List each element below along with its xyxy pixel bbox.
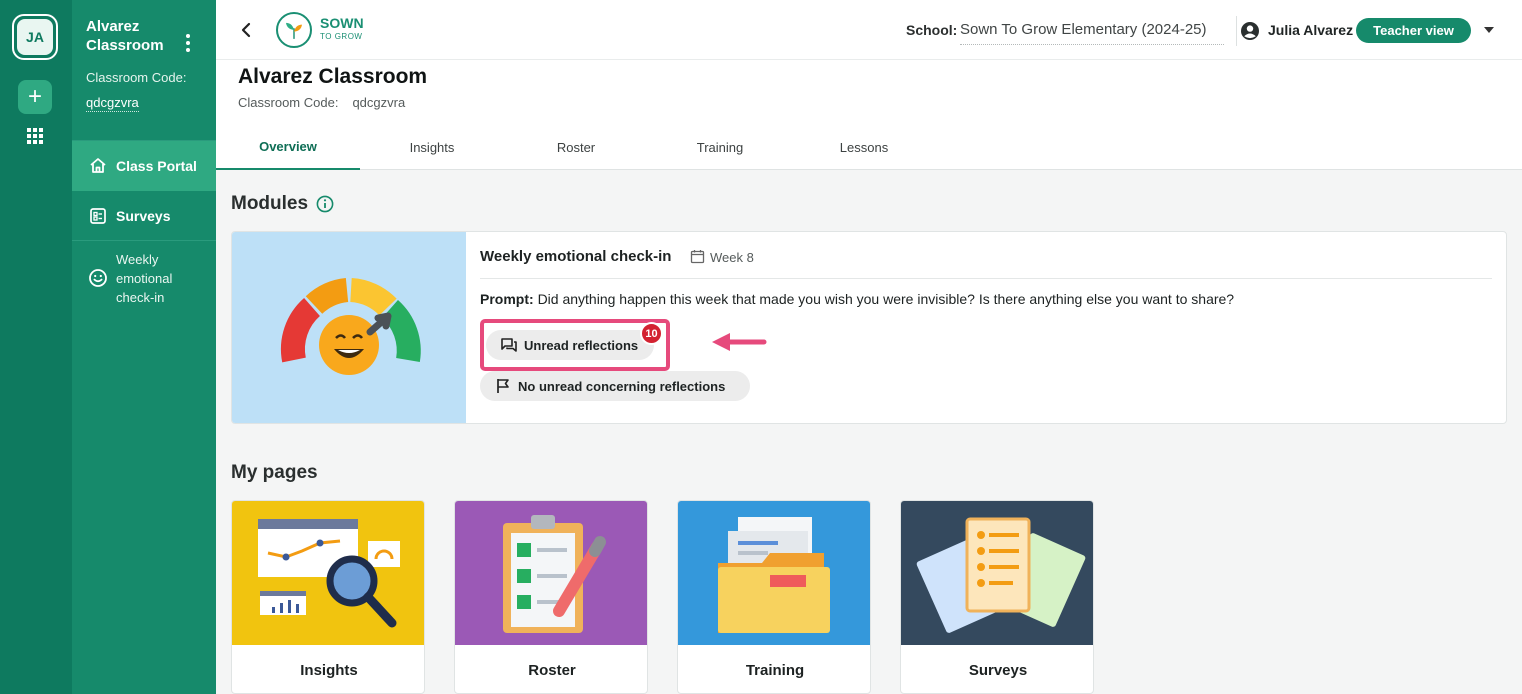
teacher-view-badge[interactable]: Teacher view bbox=[1356, 18, 1471, 43]
week-label: Week 8 bbox=[710, 250, 754, 265]
sidebar-item-label: Weekly emotional check-in bbox=[116, 252, 173, 305]
module-prompt: Prompt: Did anything happen this week th… bbox=[480, 291, 1234, 307]
emotion-gauge-illustration bbox=[232, 232, 466, 423]
info-icon[interactable] bbox=[316, 195, 334, 213]
user-account-icon[interactable] bbox=[1240, 21, 1260, 41]
app-rail: JA + bbox=[0, 0, 72, 694]
tab-bar: Overview Insights Roster Training Lesson… bbox=[216, 124, 1522, 170]
classroom-avatar[interactable]: JA bbox=[12, 14, 58, 60]
tab-lessons[interactable]: Lessons bbox=[792, 124, 936, 170]
user-name[interactable]: Julia Alvarez bbox=[1268, 22, 1353, 38]
survey-icon bbox=[90, 207, 106, 224]
page-card-label: Roster bbox=[528, 661, 576, 679]
classroom-code: Classroom Code: qdcgzvra bbox=[238, 95, 405, 110]
page-card-label: Insights bbox=[300, 661, 358, 679]
page-card-surveys[interactable]: Surveys bbox=[900, 500, 1094, 694]
tab-training[interactable]: Training bbox=[648, 124, 792, 170]
tab-insights[interactable]: Insights bbox=[360, 124, 504, 170]
logo-sub: TO GROW bbox=[320, 32, 363, 41]
back-chevron-icon[interactable] bbox=[238, 20, 254, 40]
my-pages-heading: My pages bbox=[231, 462, 318, 483]
classroom-code-value: qdcgzvra bbox=[352, 95, 406, 110]
tab-roster[interactable]: Roster bbox=[504, 124, 648, 170]
roster-illustration bbox=[455, 501, 647, 645]
prompt-label: Prompt: bbox=[480, 291, 534, 307]
flag-icon bbox=[497, 379, 509, 393]
pointer-arrow-icon bbox=[712, 333, 767, 351]
page-card-insights[interactable]: Insights bbox=[231, 500, 425, 694]
sidebar-item-weekly-checkin[interactable]: Weekly emotional check-in bbox=[72, 250, 216, 310]
sidebar-code-value[interactable]: qdcgzvra bbox=[86, 95, 139, 112]
concerning-reflections-button[interactable]: No unread concerning reflections bbox=[480, 371, 750, 401]
page-card-label: Surveys bbox=[968, 661, 1028, 679]
sidebar-item-label: Class Portal bbox=[116, 158, 197, 174]
surveys-illustration bbox=[901, 501, 1093, 645]
more-options-icon[interactable] bbox=[182, 34, 194, 52]
sidebar-item-label: Surveys bbox=[116, 207, 171, 224]
sidebar-item-surveys[interactable]: Surveys bbox=[72, 191, 216, 241]
gauge-emoji-icon bbox=[280, 278, 421, 375]
unread-reflections-label: Unread reflections bbox=[524, 337, 639, 353]
sidebar-item-class-portal[interactable]: Class Portal bbox=[72, 141, 216, 191]
sidebar: Alvarez Classroom Classroom Code: qdcgzv… bbox=[72, 0, 216, 694]
home-icon bbox=[90, 158, 106, 173]
logo-main: SOWN bbox=[320, 15, 364, 31]
school-label: School: bbox=[906, 22, 958, 38]
insights-illustration bbox=[232, 501, 424, 645]
topbar-divider bbox=[1236, 16, 1237, 46]
top-bar: SOWN TO GROW School: Sown To Grow Elemen… bbox=[216, 0, 1522, 60]
logo-wordmark: SOWN TO GROW bbox=[320, 15, 364, 43]
page-card-roster[interactable]: Roster bbox=[454, 500, 648, 694]
concerning-reflections-label: No unread concerning reflections bbox=[518, 378, 726, 394]
card-divider bbox=[480, 278, 1492, 279]
school-selector[interactable]: Sown To Grow Elementary (2024-25) bbox=[960, 21, 1224, 45]
chat-icon bbox=[501, 338, 517, 352]
sidebar-code-label: Classroom Code: bbox=[86, 70, 187, 85]
add-classroom-button[interactable]: + bbox=[18, 80, 52, 114]
calendar-icon bbox=[690, 250, 705, 264]
caret-down-icon[interactable] bbox=[1484, 27, 1494, 33]
unread-reflections-button[interactable]: Unread reflections bbox=[486, 330, 654, 360]
sown-to-grow-logo bbox=[276, 12, 312, 48]
modules-heading: Modules bbox=[231, 193, 309, 214]
avatar-initials: JA bbox=[17, 19, 53, 55]
prompt-text: Did anything happen this week that made … bbox=[537, 291, 1235, 307]
apps-grid-icon[interactable] bbox=[27, 128, 43, 144]
classroom-code-label: Classroom Code: bbox=[238, 95, 339, 110]
page-title: Alvarez Classroom bbox=[238, 65, 428, 88]
unread-count-badge: 10 bbox=[640, 322, 663, 345]
training-illustration bbox=[678, 501, 870, 645]
module-card[interactable]: Weekly emotional check-in Week 8 Prompt:… bbox=[231, 231, 1507, 424]
page-card-training[interactable]: Training bbox=[677, 500, 871, 694]
smiley-icon bbox=[89, 269, 107, 287]
module-title: Weekly emotional check-in bbox=[480, 248, 672, 265]
sidebar-class-title: Alvarez Classroom bbox=[86, 18, 164, 54]
tab-overview[interactable]: Overview bbox=[216, 124, 360, 170]
page-card-label: Training bbox=[745, 661, 805, 679]
